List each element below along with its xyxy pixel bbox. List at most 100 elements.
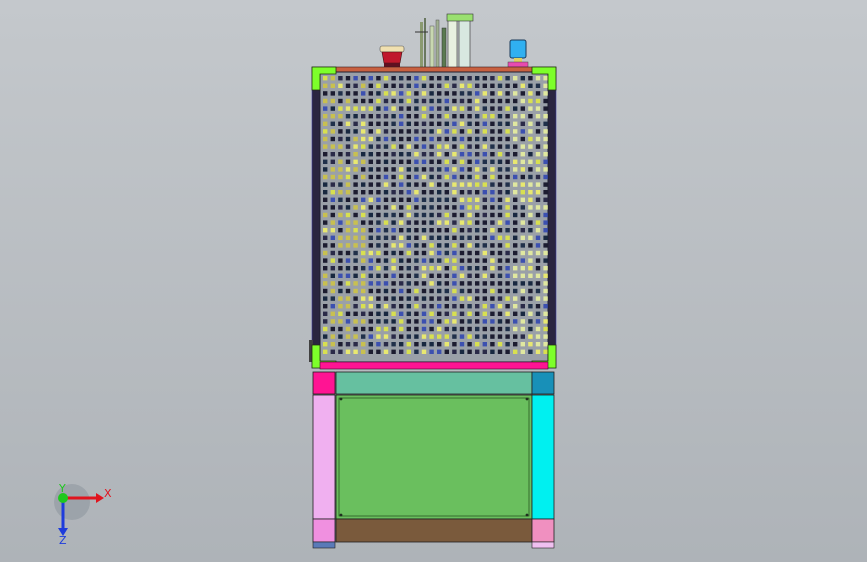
- green-panel[interactable]: [335, 394, 533, 520]
- mesh-hole: [414, 311, 419, 316]
- mesh-hole: [467, 334, 472, 339]
- mesh-hole: [543, 296, 548, 301]
- mesh-hole: [399, 174, 404, 180]
- mesh-hole: [338, 288, 343, 294]
- mesh-hole: [505, 342, 510, 347]
- mesh-hole: [421, 304, 427, 309]
- mesh-hole: [376, 326, 381, 332]
- mesh-hole: [528, 136, 533, 142]
- top-plate[interactable]: [311, 66, 557, 73]
- mesh-hole: [528, 334, 533, 339]
- mesh-hole: [467, 212, 472, 218]
- mesh-hole: [429, 106, 434, 111]
- mesh-hole: [368, 205, 373, 210]
- mesh-hole: [505, 273, 510, 278]
- mesh-hole: [528, 106, 533, 111]
- mesh-hole: [429, 98, 434, 104]
- mesh-hole: [330, 334, 335, 339]
- mesh-hole: [376, 174, 381, 180]
- mesh-hole: [330, 144, 335, 149]
- mesh-hole: [330, 174, 335, 180]
- mesh-hole: [475, 319, 480, 324]
- right-post[interactable]: [531, 394, 555, 520]
- cabinet-model[interactable]: [0, 0, 867, 562]
- mesh-hole: [490, 326, 495, 332]
- mesh-hole: [376, 243, 381, 248]
- mesh-hole: [452, 281, 457, 286]
- mesh-hole: [361, 334, 366, 339]
- mesh-hole: [406, 121, 411, 126]
- z-label: Z: [59, 534, 67, 546]
- mesh-hole: [406, 190, 411, 195]
- mesh-hole: [414, 182, 419, 187]
- right-rail[interactable]: [547, 71, 557, 369]
- cad-viewport[interactable]: X Y Z: [0, 0, 867, 562]
- mesh-hole: [391, 182, 396, 187]
- mesh-hole: [444, 334, 449, 339]
- mesh-hole: [353, 91, 358, 96]
- mesh-hole: [353, 220, 358, 225]
- mesh-hole: [338, 250, 343, 256]
- mesh-hole: [330, 76, 335, 81]
- brown-base[interactable]: [335, 518, 533, 543]
- mesh-hole: [361, 205, 366, 210]
- mesh-hole: [437, 235, 442, 240]
- mesh-hole: [497, 334, 503, 339]
- left-top-block[interactable]: [312, 371, 336, 395]
- mesh-hole: [368, 228, 373, 233]
- mesh-hole: [353, 76, 358, 81]
- left-rail[interactable]: [311, 71, 321, 369]
- mesh-hole: [437, 190, 442, 195]
- mesh-hole: [490, 258, 495, 263]
- mesh-hole: [467, 296, 472, 301]
- mesh-hole: [368, 288, 373, 294]
- mesh-hole: [444, 212, 449, 218]
- mesh-hole: [345, 334, 351, 339]
- mesh-hole: [513, 319, 518, 324]
- mesh-hole: [323, 326, 328, 332]
- mesh-hole: [330, 197, 335, 202]
- left-post[interactable]: [312, 394, 336, 520]
- teal-panel[interactable]: [335, 371, 533, 395]
- mesh-hole: [338, 159, 343, 164]
- mesh-hole: [535, 281, 541, 286]
- mesh-hole: [323, 281, 328, 286]
- mesh-hole: [482, 326, 487, 332]
- mesh-hole: [520, 182, 525, 187]
- mesh-hole: [452, 296, 457, 301]
- mesh-hole: [330, 220, 335, 225]
- mesh-hole: [399, 349, 404, 354]
- magenta-strip[interactable]: [319, 361, 549, 370]
- mesh-hole: [543, 106, 548, 111]
- mesh-hole: [528, 258, 533, 263]
- mesh-hole: [459, 235, 465, 240]
- mesh-hole: [467, 235, 472, 240]
- mesh-hole: [475, 243, 480, 248]
- mesh-hole: [452, 228, 457, 233]
- mesh-hole: [330, 182, 335, 187]
- mesh-hole: [406, 258, 411, 263]
- mesh-hole: [399, 342, 404, 347]
- mesh-hole: [406, 334, 411, 339]
- mesh-hole: [459, 136, 465, 142]
- right-foot-block[interactable]: [531, 518, 555, 543]
- mesh-hole: [459, 311, 465, 316]
- mesh-hole: [490, 159, 495, 164]
- mesh-hole: [391, 319, 396, 324]
- mesh-hole: [414, 212, 419, 218]
- mesh-hole: [391, 304, 396, 309]
- mesh-hole: [330, 121, 335, 126]
- mesh-hole: [490, 197, 495, 202]
- mesh-hole: [368, 129, 373, 134]
- mesh-hole: [330, 273, 335, 278]
- mesh-hole: [444, 98, 449, 104]
- right-top-block[interactable]: [531, 371, 555, 395]
- mesh-hole: [459, 349, 465, 354]
- left-foot-block[interactable]: [312, 518, 336, 543]
- x-arrow-icon: [96, 493, 104, 503]
- mesh-hole: [391, 174, 396, 180]
- mesh-hole: [444, 258, 449, 263]
- mesh-hole: [444, 342, 449, 347]
- mesh-hole: [330, 296, 335, 301]
- mesh-hole: [338, 76, 343, 81]
